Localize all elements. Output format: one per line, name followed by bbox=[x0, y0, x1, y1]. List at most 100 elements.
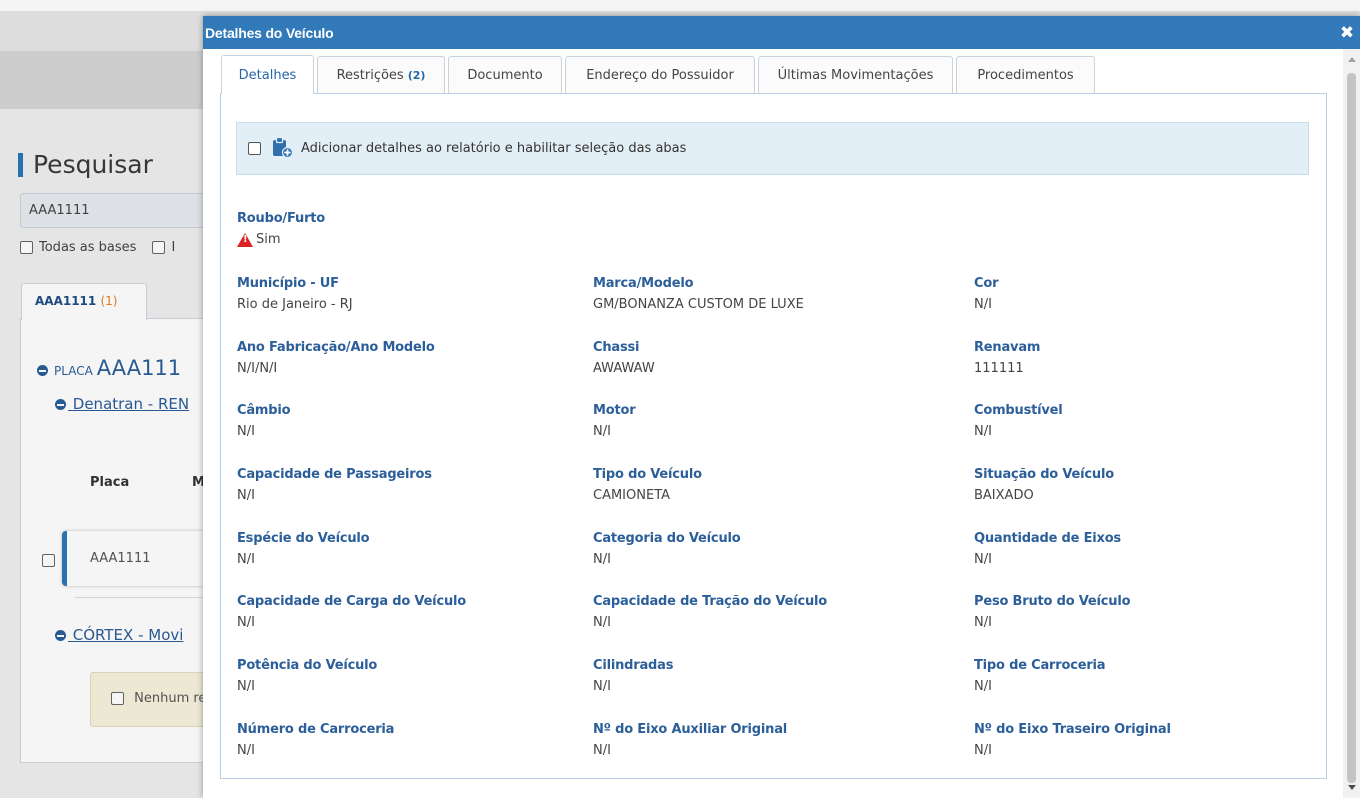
field-categoria-veiculo: Categoria do Veículo N/I bbox=[593, 531, 741, 567]
field-value: N/I bbox=[237, 552, 255, 567]
field-label: Chassi bbox=[593, 340, 640, 355]
scroll-thumb[interactable] bbox=[1347, 73, 1356, 783]
field-label: Nº do Eixo Auxiliar Original bbox=[593, 722, 788, 737]
field-value: N/I bbox=[237, 488, 255, 503]
field-cilindradas: Cilindradas N/I bbox=[593, 658, 673, 694]
field-value: N/I bbox=[237, 615, 255, 630]
tab-documento[interactable]: Documento bbox=[448, 56, 562, 94]
field-cor: Cor N/I bbox=[974, 276, 998, 312]
field-capacidade-passageiros: Capacidade de Passageiros N/I bbox=[237, 467, 432, 503]
field-value: N/I bbox=[593, 743, 611, 758]
field-tipo-veiculo: Tipo do Veículo CAMIONETA bbox=[593, 467, 702, 503]
add-to-report-checkbox[interactable] bbox=[248, 142, 261, 155]
field-label: Combustível bbox=[974, 403, 1063, 418]
field-label: Quantidade de Eixos bbox=[974, 531, 1121, 546]
field-situacao-veiculo: Situação do Veículo BAIXADO bbox=[974, 467, 1114, 503]
field-value: N/I bbox=[974, 424, 992, 439]
tab-label: Detalhes bbox=[238, 67, 297, 83]
field-label: Situação do Veículo bbox=[974, 467, 1114, 482]
tab-label: Endereço do Possuidor bbox=[586, 68, 734, 83]
modal-header: Detalhes do Veículo ✖ bbox=[203, 16, 1360, 49]
field-chassi: Chassi AWAWAW bbox=[593, 340, 655, 376]
scroll-up-icon[interactable] bbox=[1348, 57, 1356, 62]
close-icon[interactable]: ✖ bbox=[1334, 23, 1360, 43]
field-potencia: Potência do Veículo N/I bbox=[237, 658, 377, 694]
tab-label: Restrições bbox=[336, 68, 404, 83]
field-value: BAIXADO bbox=[974, 488, 1034, 503]
tab-restricoes[interactable]: Restrições (2) bbox=[317, 56, 445, 94]
scroll-down-icon[interactable] bbox=[1348, 785, 1356, 790]
field-label: Roubo/Furto bbox=[237, 211, 326, 226]
field-value: N/I bbox=[974, 679, 992, 694]
field-label: Renavam bbox=[974, 340, 1041, 355]
field-ano: Ano Fabricação/Ano Modelo N/I/N/I bbox=[237, 340, 435, 376]
field-label: Cor bbox=[974, 276, 999, 291]
field-value: N/I bbox=[237, 679, 255, 694]
field-label: Nº do Eixo Traseiro Original bbox=[974, 722, 1171, 737]
tab-badge: (2) bbox=[407, 69, 426, 82]
tab-endereco-possuidor[interactable]: Endereço do Possuidor bbox=[565, 56, 755, 94]
field-motor: Motor N/I bbox=[593, 403, 636, 439]
modal-scrollbar[interactable] bbox=[1343, 49, 1360, 798]
field-value: Sim bbox=[237, 232, 325, 247]
field-value: Rio de Janeiro - RJ bbox=[237, 297, 353, 312]
field-eixo-auxiliar: Nº do Eixo Auxiliar Original N/I bbox=[593, 722, 787, 758]
field-label: Tipo de Carroceria bbox=[974, 658, 1106, 673]
field-value: N/I bbox=[237, 424, 255, 439]
field-value: AWAWAW bbox=[593, 361, 655, 376]
field-label: Câmbio bbox=[237, 403, 291, 418]
field-label: Espécie do Veículo bbox=[237, 531, 370, 546]
field-capacidade-carga: Capacidade de Carga do Veículo N/I bbox=[237, 594, 466, 630]
field-label: Capacidade de Passageiros bbox=[237, 467, 432, 482]
field-label: Capacidade de Carga do Veículo bbox=[237, 594, 466, 609]
tab-detalhes[interactable]: Detalhes bbox=[221, 55, 314, 94]
field-label: Potência do Veículo bbox=[237, 658, 378, 673]
field-municipio-uf: Município - UF Rio de Janeiro - RJ bbox=[237, 276, 353, 312]
tab-procedimentos[interactable]: Procedimentos bbox=[956, 56, 1095, 94]
field-value: GM/BONANZA CUSTOM DE LUXE bbox=[593, 297, 804, 312]
field-value: N/I bbox=[593, 552, 611, 567]
field-numero-carroceria: Número de Carroceria N/I bbox=[237, 722, 394, 758]
info-text: Adicionar detalhes ao relatório e habili… bbox=[301, 141, 687, 156]
field-combustivel: Combustível N/I bbox=[974, 403, 1063, 439]
field-value: N/I bbox=[974, 615, 992, 630]
report-info-bar: Adicionar detalhes ao relatório e habili… bbox=[236, 122, 1309, 175]
field-value: N/I/N/I bbox=[237, 361, 278, 376]
modal-tabs: Detalhes Restrições (2) Documento Endere… bbox=[221, 55, 1098, 94]
field-eixo-traseiro: Nº do Eixo Traseiro Original N/I bbox=[974, 722, 1171, 758]
field-label: Cilindradas bbox=[593, 658, 674, 673]
field-value: N/I bbox=[593, 615, 611, 630]
field-renavam: Renavam 111111 bbox=[974, 340, 1040, 376]
warning-icon bbox=[237, 232, 253, 247]
field-value: CAMIONETA bbox=[593, 488, 671, 503]
field-marca-modelo: Marca/Modelo GM/BONANZA CUSTOM DE LUXE bbox=[593, 276, 804, 312]
field-value: N/I bbox=[237, 743, 255, 758]
tab-label: Últimas Movimentações bbox=[777, 68, 934, 83]
field-label: Marca/Modelo bbox=[593, 276, 694, 291]
field-value: N/I bbox=[974, 552, 992, 567]
clipboard-plus-icon bbox=[271, 136, 294, 162]
field-value: N/I bbox=[593, 679, 611, 694]
tab-content: Adicionar detalhes ao relatório e habili… bbox=[220, 93, 1327, 779]
field-value: 111111 bbox=[974, 361, 1024, 376]
field-capacidade-tracao: Capacidade de Tração do Veículo N/I bbox=[593, 594, 827, 630]
field-peso-bruto: Peso Bruto do Veículo N/I bbox=[974, 594, 1131, 630]
tab-label: Procedimentos bbox=[977, 68, 1074, 83]
field-label: Motor bbox=[593, 403, 636, 418]
field-tipo-carroceria: Tipo de Carroceria N/I bbox=[974, 658, 1106, 694]
field-label: Peso Bruto do Veículo bbox=[974, 594, 1131, 609]
field-cambio: Câmbio N/I bbox=[237, 403, 291, 439]
field-label: Tipo do Veículo bbox=[593, 467, 702, 482]
field-value: N/I bbox=[974, 743, 992, 758]
field-label: Categoria do Veículo bbox=[593, 531, 741, 546]
field-label: Número de Carroceria bbox=[237, 722, 395, 737]
roubo-value: Sim bbox=[256, 232, 281, 247]
field-roubo-furto: Roubo/Furto Sim bbox=[237, 211, 325, 247]
tab-label: Documento bbox=[467, 68, 543, 83]
field-label: Ano Fabricação/Ano Modelo bbox=[237, 340, 435, 355]
field-especie-veiculo: Espécie do Veículo N/I bbox=[237, 531, 370, 567]
tab-ultimas-movimentacoes[interactable]: Últimas Movimentações bbox=[758, 56, 953, 94]
vehicle-details-modal: Detalhes do Veículo ✖ Detalhes Restriçõe… bbox=[203, 16, 1360, 798]
field-quantidade-eixos: Quantidade de Eixos N/I bbox=[974, 531, 1121, 567]
field-label: Capacidade de Tração do Veículo bbox=[593, 594, 828, 609]
